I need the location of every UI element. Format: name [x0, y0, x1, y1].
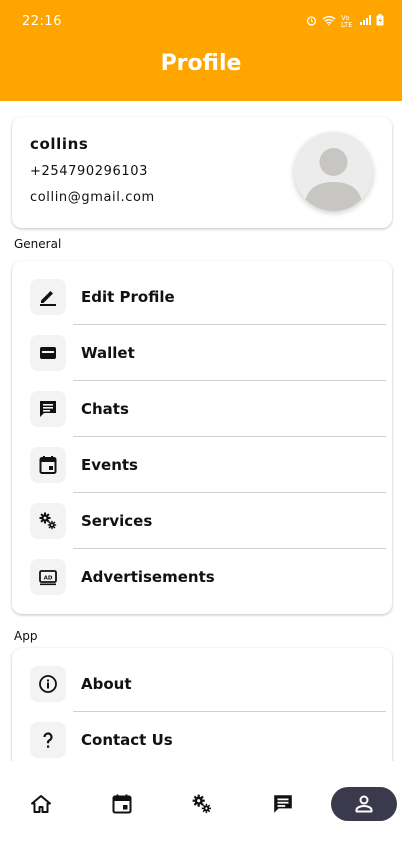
menu-label: Chats [81, 400, 129, 418]
profile-content[interactable]: collins +254790296103 collin@gmail.com G… [0, 101, 402, 761]
section-label-app: App [14, 629, 38, 643]
menu-label: Services [81, 512, 153, 530]
menu-item-about[interactable]: About [12, 656, 392, 712]
edit-icon [30, 279, 66, 315]
avatar[interactable] [294, 132, 373, 211]
menu-label: Edit Profile [81, 288, 175, 306]
menu-item-advertisements[interactable]: AD Advertisements [12, 549, 392, 605]
menu-item-wallet[interactable]: Wallet [12, 325, 392, 381]
menu-label: About [81, 675, 132, 693]
menu-item-chats[interactable]: Chats [12, 381, 392, 437]
menu-label: Wallet [81, 344, 135, 362]
general-menu-card: Edit Profile Wallet Chats Events Service… [12, 261, 392, 614]
nav-profile[interactable] [331, 787, 397, 821]
person-placeholder-icon [304, 148, 363, 211]
nav-chats[interactable] [250, 787, 316, 821]
chat-icon [30, 391, 66, 427]
question-icon [30, 722, 66, 758]
profile-name: collins [30, 135, 89, 153]
gears-icon [30, 503, 66, 539]
nav-services[interactable] [169, 787, 235, 821]
menu-item-services[interactable]: Services [12, 493, 392, 549]
nav-home[interactable] [8, 787, 74, 821]
status-bar: 22:16 Vo LTE [0, 0, 402, 40]
signal-icon [360, 15, 371, 28]
app-header: 22:16 Vo LTE Profile [0, 0, 402, 101]
status-time: 22:16 [22, 14, 62, 29]
profile-email: collin@gmail.com [30, 190, 155, 205]
person-icon [355, 795, 373, 813]
profile-card[interactable]: collins +254790296103 collin@gmail.com [12, 117, 392, 228]
menu-item-contact-us[interactable]: Contact Us [12, 712, 392, 761]
menu-label: Contact Us [81, 731, 173, 749]
menu-item-events[interactable]: Events [12, 437, 392, 493]
profile-screen: 22:16 Vo LTE Profile collins +2547902961… [0, 0, 402, 842]
menu-item-edit-profile[interactable]: Edit Profile [12, 269, 392, 325]
profile-phone: +254790296103 [30, 164, 148, 179]
nav-events[interactable] [89, 787, 155, 821]
home-icon [31, 795, 51, 813]
gears-icon [192, 794, 212, 814]
calendar-icon [112, 794, 132, 814]
chat-icon [274, 795, 292, 813]
info-icon [30, 666, 66, 702]
section-label-general: General [14, 237, 62, 251]
ad-icon: AD [30, 559, 66, 595]
bottom-navigation [0, 761, 402, 842]
app-menu-card: About Contact Us [12, 648, 392, 761]
page-title: Profile [160, 51, 242, 76]
status-icons: Vo LTE [306, 14, 384, 29]
battery-icon [376, 14, 384, 29]
menu-label: Advertisements [81, 568, 215, 586]
menu-label: Events [81, 456, 138, 474]
wifi-icon [322, 15, 336, 29]
wallet-icon [30, 335, 66, 371]
calendar-icon [30, 447, 66, 483]
network-label: Vo LTE [341, 13, 353, 29]
alarm-icon [306, 15, 317, 29]
svg-text:AD: AD [44, 575, 53, 581]
